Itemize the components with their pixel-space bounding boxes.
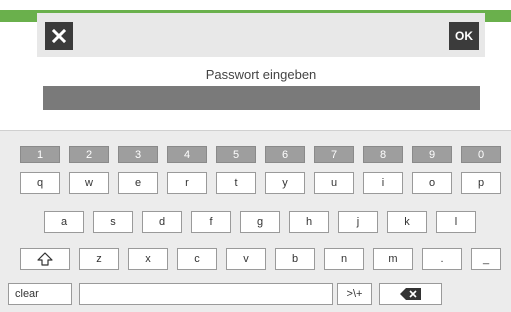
key-8[interactable]: 8	[363, 146, 403, 163]
key-s[interactable]: s	[93, 211, 133, 233]
key-k[interactable]: k	[387, 211, 427, 233]
key-t[interactable]: t	[216, 172, 256, 194]
key-p[interactable]: p	[461, 172, 501, 194]
key-4[interactable]: 4	[167, 146, 207, 163]
ok-button[interactable]: OK	[449, 22, 479, 50]
key-n[interactable]: n	[324, 248, 364, 270]
symbols-key[interactable]: >\+	[337, 283, 372, 305]
key-d[interactable]: d	[142, 211, 182, 233]
key-r[interactable]: r	[167, 172, 207, 194]
key-2[interactable]: 2	[69, 146, 109, 163]
key-y[interactable]: y	[265, 172, 305, 194]
top-bar-edge	[0, 0, 511, 10]
key-l[interactable]: l	[436, 211, 476, 233]
key-z[interactable]: z	[79, 248, 119, 270]
key-m[interactable]: m	[373, 248, 413, 270]
key-1[interactable]: 1	[20, 146, 60, 163]
key-9[interactable]: 9	[412, 146, 452, 163]
key-h[interactable]: h	[289, 211, 329, 233]
key-5[interactable]: 5	[216, 146, 256, 163]
key-f[interactable]: f	[191, 211, 231, 233]
close-icon	[52, 29, 66, 43]
clear-key[interactable]: clear	[8, 283, 72, 305]
key-3[interactable]: 3	[118, 146, 158, 163]
key-i[interactable]: i	[363, 172, 403, 194]
password-input[interactable]	[43, 86, 480, 110]
key-v[interactable]: v	[226, 248, 266, 270]
key-b[interactable]: b	[275, 248, 315, 270]
key-o[interactable]: o	[412, 172, 452, 194]
key-g[interactable]: g	[240, 211, 280, 233]
dialog-header: OK	[37, 13, 485, 57]
close-button[interactable]	[45, 22, 73, 50]
password-prompt: Passwort eingeben	[205, 67, 317, 82]
key-u[interactable]: u	[314, 172, 354, 194]
onscreen-keyboard: 1 2 3 4 5 6 7 8 9 0 q w e r t y u i o p …	[0, 130, 511, 312]
key-7[interactable]: 7	[314, 146, 354, 163]
key-e[interactable]: e	[118, 172, 158, 194]
shift-key[interactable]	[20, 248, 70, 270]
key-6[interactable]: 6	[265, 146, 305, 163]
key-q[interactable]: q	[20, 172, 60, 194]
backspace-icon	[399, 288, 421, 300]
key-period[interactable]: .	[422, 248, 462, 270]
shift-icon	[37, 252, 53, 266]
key-w[interactable]: w	[69, 172, 109, 194]
password-dialog: OK Passwort eingeben	[37, 13, 485, 130]
key-j[interactable]: j	[338, 211, 378, 233]
key-c[interactable]: c	[177, 248, 217, 270]
key-0[interactable]: 0	[461, 146, 501, 163]
key-underscore[interactable]: _	[471, 248, 501, 270]
key-a[interactable]: a	[44, 211, 84, 233]
space-key[interactable]	[79, 283, 333, 305]
backspace-key[interactable]	[379, 283, 442, 305]
key-x[interactable]: x	[128, 248, 168, 270]
